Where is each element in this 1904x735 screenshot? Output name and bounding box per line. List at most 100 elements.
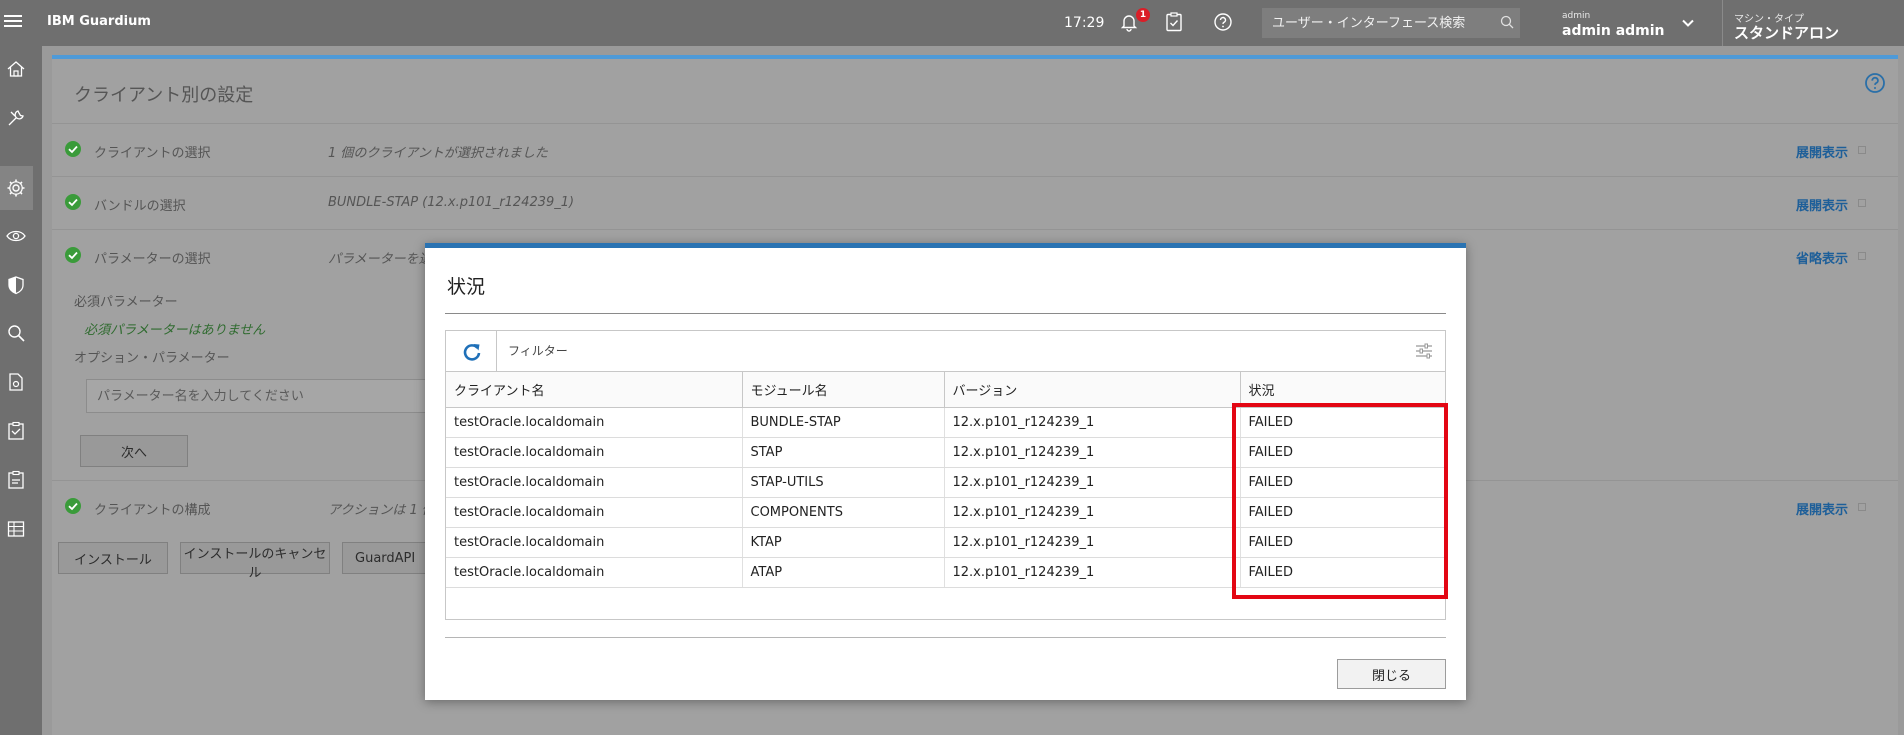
status-table-panel: クライアント名 モジュール名 バージョン 状況 testOracle.local… — [445, 330, 1446, 620]
table-row[interactable]: testOracle.localdomain STAP-UTILS 12.x.p… — [446, 467, 1445, 498]
table-icon[interactable] — [5, 518, 27, 540]
step-value: 1 個のクライアントが選択されました — [328, 146, 548, 161]
topbar-divider — [1722, 0, 1723, 46]
column-settings-icon[interactable] — [1414, 341, 1434, 361]
help-icon[interactable] — [1212, 11, 1234, 33]
report-icon[interactable] — [5, 469, 27, 491]
clipboard-icon[interactable] — [1163, 11, 1185, 33]
install-button[interactable]: インストール — [58, 542, 168, 574]
top-bar: IBM Guardium 17:29 1 admin admin admin マ… — [0, 0, 1904, 46]
step-label: バンドルの選択 — [94, 199, 186, 214]
step-bundle-select: バンドルの選択 BUNDLE-STAP (12.x.p101_r124239_1… — [52, 176, 1898, 228]
status-dialog: 状況 クライアント名 モジュール名 バージョン — [425, 243, 1466, 700]
collapse-box-icon[interactable] — [1858, 252, 1866, 260]
table-row[interactable]: testOracle.localdomain COMPONENTS 12.x.p… — [446, 497, 1445, 528]
shield-icon[interactable] — [5, 274, 27, 296]
home-icon[interactable] — [5, 58, 27, 80]
table-row[interactable]: testOracle.localdomain ATAP 12.x.p101_r1… — [446, 557, 1445, 588]
guardapi-button[interactable]: GuardAPI — [342, 542, 432, 574]
cell-status: FAILED — [1240, 497, 1445, 528]
cell-client: testOracle.localdomain — [446, 467, 743, 498]
cell-module: BUNDLE-STAP — [742, 407, 945, 438]
eye-icon[interactable] — [5, 225, 27, 247]
cell-status: FAILED — [1240, 407, 1445, 438]
expand-box-icon[interactable] — [1858, 503, 1866, 511]
machine-type-value: スタンドアロン — [1734, 24, 1840, 42]
table-row[interactable]: testOracle.localdomain BUNDLE-STAP 12.x.… — [446, 407, 1445, 438]
table-row[interactable]: testOracle.localdomain KTAP 12.x.p101_r1… — [446, 527, 1445, 558]
status-table: クライアント名 モジュール名 バージョン 状況 testOracle.local… — [446, 371, 1445, 588]
step-label: パラメーターの選択 — [94, 252, 211, 267]
step-label: クライアントの構成 — [94, 503, 211, 518]
cell-client: testOracle.localdomain — [446, 497, 743, 528]
cell-client: testOracle.localdomain — [446, 527, 743, 558]
side-nav — [0, 46, 42, 735]
cell-module: STAP-UTILS — [742, 467, 945, 498]
parameter-name-input[interactable] — [86, 379, 426, 413]
next-button[interactable]: 次へ — [80, 435, 188, 467]
refresh-icon[interactable] — [461, 341, 483, 363]
page-title: クライアント別の設定 — [74, 85, 254, 106]
cell-module: KTAP — [742, 527, 945, 558]
dialog-footer-divider — [445, 637, 1446, 638]
gear-icon[interactable] — [5, 177, 27, 199]
cell-version: 12.x.p101_r124239_1 — [944, 497, 1241, 528]
step-client-select: クライアントの選択 1 個のクライアントが選択されました 展開表示 — [52, 123, 1898, 175]
col-header-status[interactable]: 状況 — [1240, 371, 1445, 408]
brand-name: IBM Guardium — [47, 14, 151, 29]
close-button[interactable]: 閉じる — [1337, 659, 1446, 689]
cell-module: COMPONENTS — [742, 497, 945, 528]
dialog-title: 状況 — [447, 276, 486, 298]
dialog-divider — [445, 313, 1446, 314]
cell-version: 12.x.p101_r124239_1 — [944, 467, 1241, 498]
filter-input[interactable] — [498, 331, 1398, 371]
col-header-client[interactable]: クライアント名 — [446, 371, 743, 408]
cell-version: 12.x.p101_r124239_1 — [944, 437, 1241, 468]
expand-box-icon[interactable] — [1858, 199, 1866, 207]
help-icon[interactable] — [1863, 71, 1887, 95]
expand-link[interactable]: 展開表示 — [1796, 499, 1848, 518]
cell-status: FAILED — [1240, 467, 1445, 498]
check-circle-icon — [65, 498, 81, 514]
cell-module: STAP — [742, 437, 945, 468]
cell-status: FAILED — [1240, 527, 1445, 558]
clipboard-icon[interactable] — [5, 420, 27, 442]
required-params-label: 必須パラメーター — [74, 295, 178, 310]
step-value: BUNDLE-STAP (12.x.p101_r124239_1) — [328, 195, 575, 210]
cell-status: FAILED — [1240, 437, 1445, 468]
cell-status: FAILED — [1240, 557, 1445, 588]
search-icon[interactable] — [5, 322, 27, 344]
chevron-down-icon[interactable] — [1680, 15, 1696, 31]
cell-version: 12.x.p101_r124239_1 — [944, 557, 1241, 588]
cancel-install-button[interactable]: インストールのキャンセル — [180, 542, 330, 581]
cell-version: 12.x.p101_r124239_1 — [944, 527, 1241, 558]
step-label: クライアントの選択 — [94, 146, 211, 161]
document-icon[interactable] — [5, 371, 27, 393]
notification-badge: 1 — [1136, 8, 1150, 22]
collapse-link[interactable]: 省略表示 — [1796, 248, 1848, 267]
col-header-version[interactable]: バージョン — [944, 371, 1241, 408]
col-header-module[interactable]: モジュール名 — [742, 371, 945, 408]
check-circle-icon — [65, 247, 81, 263]
cell-client: testOracle.localdomain — [446, 557, 743, 588]
refresh-button[interactable] — [446, 331, 497, 371]
menu-icon[interactable] — [4, 12, 22, 30]
tools-icon[interactable] — [5, 107, 27, 129]
table-header-row: クライアント名 モジュール名 バージョン 状況 — [446, 371, 1445, 408]
user-name[interactable]: admin admin — [1562, 23, 1665, 39]
search-icon[interactable] — [1500, 15, 1514, 29]
expand-box-icon[interactable] — [1858, 146, 1866, 154]
check-circle-icon — [65, 194, 81, 210]
global-search-input[interactable] — [1262, 8, 1520, 38]
required-params-none: 必須パラメーターはありません — [84, 323, 266, 338]
cell-client: testOracle.localdomain — [446, 437, 743, 468]
expand-link[interactable]: 展開表示 — [1796, 195, 1848, 214]
cell-module: ATAP — [742, 557, 945, 588]
clock: 17:29 — [1064, 15, 1105, 31]
table-row[interactable]: testOracle.localdomain STAP 12.x.p101_r1… — [446, 437, 1445, 468]
cell-client: testOracle.localdomain — [446, 407, 743, 438]
expand-link[interactable]: 展開表示 — [1796, 142, 1848, 161]
cell-version: 12.x.p101_r124239_1 — [944, 407, 1241, 438]
optional-params-label: オプション・パラメーター — [74, 351, 230, 366]
check-circle-icon — [65, 141, 81, 157]
